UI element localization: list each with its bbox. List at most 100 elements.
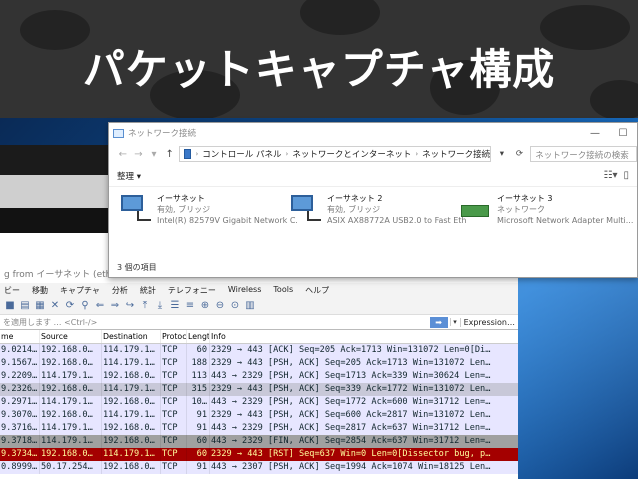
zoom-out-icon[interactable]: ⊖ [214, 300, 226, 312]
packet-row[interactable]: 9.1567… 192.168.0… 114.179.1… TCP 188 2329 → … [0, 357, 518, 370]
breadcrumb-network-internet[interactable]: ネットワークとインターネット [292, 148, 411, 160]
packet-row[interactable]: 9.3716… 114.179.1… 192.168.0… TCP 91 443 → 23… [0, 422, 518, 435]
open-file-icon[interactable]: ▤ [19, 300, 31, 312]
menu-telephony[interactable]: テレフォニー [168, 285, 216, 297]
packet-row[interactable]: 9.2209… 114.179.1… 192.168.0… TCP 113 443 → 2… [0, 370, 518, 383]
packet-row[interactable]: 0.8999… 50.17.254… 192.168.0… TCP 91 443 → 23… [0, 461, 518, 474]
go-back-icon[interactable]: ⇐ [94, 300, 106, 312]
cell-length: 113 [187, 370, 210, 383]
cell-length: 188 [187, 357, 210, 370]
cell-protocol: TCP [161, 370, 187, 383]
close-file-icon[interactable]: ✕ [49, 300, 61, 312]
adapter-ethernet-3[interactable]: イーサネット 3 ネットワーク Microsoft Network Adapte… [459, 193, 637, 226]
cell-destination: 114.179.1… [102, 448, 161, 461]
network-folder-icon [113, 128, 124, 138]
address-bar[interactable]: › コントロール パネル › ネットワークとインターネット › ネットワーク接続 [179, 146, 492, 162]
zoom-reset-icon[interactable]: ⊙ [229, 300, 241, 312]
preview-pane-icon[interactable]: ▯ [623, 170, 629, 181]
packet-row[interactable]: 9.3718… 114.179.1… 192.168.0… TCP 60 443 → 23… [0, 435, 518, 448]
packet-row[interactable]: 9.3734… 192.168.0… 114.179.1… TCP 60 2329 → 4… [0, 448, 518, 461]
cell-info: 443 → 2329 [PSH, ACK] Seq=2817 Ack=637 W… [211, 423, 491, 433]
packet-row[interactable]: 9.0214… 192.168.0… 114.179.1… TCP 60 2329 → 4… [0, 344, 518, 357]
network-bridge-icon [459, 193, 493, 223]
expression-button[interactable]: Expression… [459, 317, 518, 327]
resize-columns-icon[interactable]: ▥ [244, 300, 256, 312]
forward-arrow-icon[interactable]: → [133, 149, 145, 160]
display-filter-input[interactable]: を適用します … <Ctrl-/> [0, 317, 430, 328]
adapter-ethernet[interactable]: イーサネット 有効, ブリッジ Intel(R) 82579V Gigabit … [119, 193, 299, 226]
packet-list-header: me Source Destination Protoc Lengt Info [0, 330, 518, 344]
cell-protocol: TCP [161, 344, 187, 357]
column-header-protocol[interactable]: Protoc [161, 330, 187, 343]
cell-length: 315 [187, 383, 210, 396]
cell-destination: 114.179.1… [102, 344, 161, 357]
menu-view[interactable]: ビー [4, 285, 20, 297]
packet-row[interactable]: 9.2326… 192.168.0… 114.179.1… TCP 315 2329 → … [0, 383, 518, 396]
menu-statistics[interactable]: 統計 [140, 285, 156, 297]
adapter-status: 有効, ブリッジ [157, 205, 211, 214]
save-file-icon[interactable]: ▦ [34, 300, 46, 312]
cell-protocol: TCP [161, 396, 187, 409]
item-count-status: 3 個の項目 [117, 263, 157, 272]
refresh-icon[interactable]: ⟳ [513, 149, 527, 159]
view-options-icon[interactable]: ☷▾ [604, 170, 618, 181]
column-header-length[interactable]: Lengt [187, 330, 210, 343]
address-dropdown-icon[interactable]: ▾ [495, 149, 509, 159]
filter-history-dropdown[interactable]: ▾ [449, 318, 460, 326]
column-header-destination[interactable]: Destination [102, 330, 161, 343]
menu-tools[interactable]: Tools [273, 285, 293, 297]
apply-filter-icon[interactable]: ➡ [429, 316, 448, 328]
breadcrumb-control-panel[interactable]: コントロール パネル [202, 148, 281, 160]
menu-go[interactable]: 移動 [32, 285, 48, 297]
adapter-status: ネットワーク [497, 205, 545, 214]
cell-protocol: TCP [161, 422, 187, 435]
cell-time: 9.3070… [0, 409, 40, 422]
go-forward-icon[interactable]: ⇒ [109, 300, 121, 312]
zoom-in-icon[interactable]: ⊕ [199, 300, 211, 312]
cell-info: 2329 → 443 [PSH, ACK] Seq=339 Ack=1772 W… [211, 384, 491, 394]
search-input[interactable]: ネットワーク接続の検索 [530, 146, 637, 162]
cell-source: 114.179.1… [40, 435, 102, 448]
cell-protocol: TCP [161, 448, 187, 461]
up-arrow-icon[interactable]: ↑ [164, 149, 176, 160]
chevron-right-icon: › [195, 150, 199, 158]
adapter-ethernet-2[interactable]: イーサネット 2 有効, ブリッジ ASIX AX88772A USB2.0 t… [289, 193, 469, 226]
cell-length: 91 [187, 461, 210, 474]
packet-row[interactable]: 9.3070… 192.168.0… 114.179.1… TCP 91 2329 → 4… [0, 409, 518, 422]
cell-source: 192.168.0… [40, 344, 102, 357]
last-packet-icon[interactable]: ⤓ [154, 300, 166, 312]
recent-dropdown-icon[interactable]: ▾ [148, 149, 160, 160]
autoscroll-icon[interactable]: ☰ [169, 300, 181, 312]
colorize-icon[interactable]: ≡ [184, 300, 196, 312]
menu-capture[interactable]: キャプチャ [60, 285, 100, 297]
find-packet-icon[interactable]: ⚲ [79, 300, 91, 312]
stop-capture-icon[interactable]: ■ [4, 300, 16, 312]
menu-wireless[interactable]: Wireless [228, 285, 261, 297]
back-arrow-icon[interactable]: ← [117, 149, 129, 160]
cell-length: 60 [187, 448, 210, 461]
cell-time: 9.3718… [0, 435, 40, 448]
minimize-icon[interactable]: — [581, 128, 609, 139]
cell-destination: 192.168.0… [102, 461, 161, 474]
menu-analyze[interactable]: 分析 [112, 285, 128, 297]
first-packet-icon[interactable]: ⤒ [139, 300, 151, 312]
cell-source: 192.168.0… [40, 448, 102, 461]
column-header-time[interactable]: me [0, 330, 40, 343]
window-title: ネットワーク接続 [128, 129, 197, 139]
network-connections-window[interactable]: ネットワーク接続 — ☐ ← → ▾ ↑ › コントロール パネル › ネットワ… [108, 122, 638, 278]
go-to-packet-icon[interactable]: ↪ [124, 300, 136, 312]
maximize-icon[interactable]: ☐ [609, 128, 637, 139]
breadcrumb-network-connections[interactable]: ネットワーク接続 [422, 148, 490, 160]
title-banner: パケットキャプチャ構成 [0, 0, 638, 118]
control-panel-icon [184, 149, 192, 159]
cell-source: 192.168.0… [40, 357, 102, 370]
column-header-source[interactable]: Source [40, 330, 102, 343]
cell-info: 2329 → 443 [ACK] Seq=205 Ack=1713 Win=13… [211, 345, 491, 355]
menu-help[interactable]: ヘルプ [305, 285, 329, 297]
organize-button[interactable]: 整理 ▾ [117, 170, 141, 182]
column-header-info[interactable]: Info [210, 330, 518, 343]
cell-destination: 114.179.1… [102, 357, 161, 370]
packet-row[interactable]: 9.2971… 114.179.1… 192.168.0… TCP 10… 443 → 2… [0, 396, 518, 409]
cell-info: 443 → 2329 [FIN, ACK] Seq=2854 Ack=637 W… [211, 436, 491, 446]
reload-icon[interactable]: ⟳ [64, 300, 76, 312]
